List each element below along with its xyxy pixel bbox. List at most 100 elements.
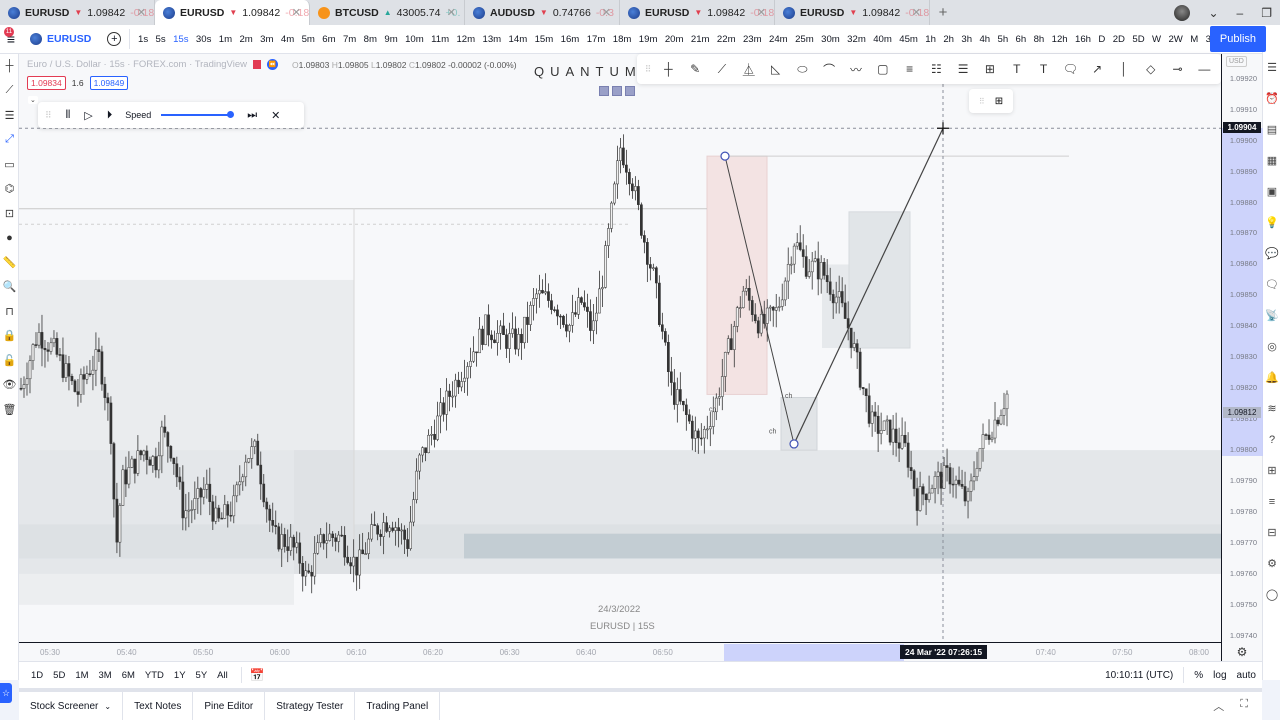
legend-collapse-button[interactable]: ⌄ [28,96,38,104]
callout-tool-icon[interactable]: 🗨 [1057,62,1084,76]
close-tab-icon[interactable]: ✕ [757,6,766,19]
interval-2h[interactable]: 2h [940,34,958,45]
range-1m[interactable]: 1M [70,670,93,681]
range-1d[interactable]: 1D [19,670,48,681]
interval-17m[interactable]: 17m [583,34,609,45]
close-tab-icon[interactable]: ✕ [137,6,146,19]
browser-tab[interactable]: BTCUSD ▲ 43005.74 +0. ✕ [310,0,465,25]
close-tab-icon[interactable]: ✕ [602,6,611,19]
buy-button[interactable]: 1.09849 [89,76,129,90]
unlock-icon[interactable]: 🔓 [0,348,19,373]
hide-drawings-icon[interactable]: 👁 [0,373,19,398]
interval-21m[interactable]: 21m [687,34,713,45]
close-tab-icon[interactable]: ✕ [292,6,301,19]
interval-45m[interactable]: 45m [896,34,922,45]
interval-10m[interactable]: 10m [401,34,427,45]
restore-icon[interactable]: ❐ [1261,6,1272,20]
speed-slider-knob[interactable] [227,111,235,118]
new-tab-button[interactable]: + [930,4,956,21]
trash-icon[interactable]: 🗑 [0,397,19,422]
panel-tab-strategy-tester[interactable]: Strategy Tester [265,692,356,720]
range-6m[interactable]: 6M [117,670,140,681]
utc-clock[interactable]: 10:10:11 (UTC) [1105,670,1173,681]
tab-dropdown-icon[interactable]: ⌄ [1208,6,1218,20]
interval-20m[interactable]: 20m [661,34,687,45]
interval-1s[interactable]: 1s [134,34,152,45]
interval-5s[interactable]: 5s [152,34,170,45]
watchlist-icon[interactable]: ☰ [1263,52,1280,83]
range-5y[interactable]: 5Y [191,670,213,681]
compare-add-symbol-button[interactable]: + [107,32,122,46]
layers-icon[interactable]: ≋ [1263,393,1280,424]
minimize-icon[interactable]: – [1237,6,1244,20]
range-3m[interactable]: 3M [94,670,117,681]
notifications-icon[interactable]: 🔔 [1263,362,1280,393]
fib-retracement-icon[interactable]: ☷ [923,62,950,76]
maximize-panel-icon[interactable]: ⛶ [1240,698,1248,714]
interval-5m[interactable]: 5m [298,34,319,45]
browser-tab[interactable]: EURUSD ▼ 1.09842 -0.18 ✕ [155,0,310,25]
chart-pane[interactable]: ch ch ch [19,54,1221,642]
interval-6m[interactable]: 6m [319,34,340,45]
flag-icon[interactable] [252,60,261,69]
step-forward-icon[interactable]: ⏵ [107,109,113,122]
chevron-down-icon[interactable]: ⌄ [104,702,111,711]
log-scale-toggle[interactable]: log [1213,670,1226,681]
profile-avatar[interactable] [1174,4,1191,21]
drag-handle-icon[interactable]: ⠿ [45,110,52,121]
arc-tool-icon[interactable]: ⌒ [816,61,843,78]
interval-3m[interactable]: 3m [256,34,277,45]
brush-color-icon[interactable]: ● [0,226,19,251]
horizontal-line-icon[interactable]: — [1191,62,1218,76]
hotlist-icon[interactable]: ▦ [1263,145,1280,176]
text-anchor-icon[interactable]: T [1003,62,1030,76]
triangle-tool-icon[interactable]: ◺ [762,62,789,76]
interval-12m[interactable]: 12m [453,34,479,45]
currency-selector[interactable]: USD [1226,56,1247,67]
streams-icon[interactable]: 📡 [1263,300,1280,331]
interval-W[interactable]: W [1148,34,1164,45]
ruler-icon[interactable]: 📏 [0,250,19,275]
interval-4m[interactable]: 4m [277,34,298,45]
ellipse-tool-icon[interactable]: ⬭ [789,62,816,77]
expand-panel-icon[interactable]: ︿ [1213,698,1224,714]
help-circle-icon[interactable]: ◯ [1263,579,1280,610]
browser-tab[interactable]: EURUSD ▼ 1.09842 -0.18 ✕ [775,0,930,25]
sell-button[interactable]: 1.09834 [27,76,66,90]
interval-7m[interactable]: 7m [339,34,360,45]
interval-8h[interactable]: 8h [1030,34,1048,45]
range-ytd[interactable]: YTD [140,670,169,681]
pattern-tool-icon[interactable]: ⌬ [0,177,19,202]
trendline-tool-icon[interactable]: ⟋ [0,79,19,104]
interval-5h[interactable]: 5h [994,34,1012,45]
time-axis[interactable]: 24 Mar '22 07:26:15 05:30 05:40 05:50 06:00… [19,642,1221,661]
panel-tab-stock-screener[interactable]: Stock Screener ⌄ [19,692,124,720]
favorites-star-icon[interactable]: ☆ [0,683,12,703]
panel-tab-text-notes[interactable]: Text Notes [123,692,194,720]
interval-12h[interactable]: 12h [1048,34,1071,45]
interval-40m[interactable]: 40m [870,34,896,45]
interval-2D[interactable]: 2D [1109,34,1129,45]
symbol-search-button[interactable]: EURUSD [22,33,99,45]
speed-slider[interactable] [161,111,235,118]
close-replay-icon[interactable]: ✕ [271,109,280,122]
range-all[interactable]: All [212,670,233,681]
browser-tab[interactable]: EURUSD ▼ 1.09842 -0.18 ✕ [620,0,775,25]
alerts-icon[interactable]: ⏰ [1263,83,1280,114]
help-icon[interactable]: ? [1263,424,1280,455]
close-tab-icon[interactable]: ✕ [447,6,456,19]
magnet-icon[interactable]: ⊓ [0,299,19,324]
interval-5D[interactable]: 5D [1129,34,1149,45]
fib-tool-icon[interactable]: ☰ [0,103,19,128]
play-icon[interactable]: ▷ [84,109,92,122]
ideas-icon[interactable]: 💡 [1263,207,1280,238]
arrow-marker-icon[interactable]: ↗ [1084,62,1111,76]
price-axis[interactable]: 1.09920 1.09910 1.09900 1.09890 1.09880 1.098… [1221,54,1263,642]
pen-tool-icon[interactable]: ✎ [682,62,709,76]
drag-handle-icon[interactable]: ⠿ [979,97,985,106]
interval-15s[interactable]: 15s [169,34,192,45]
notes-icon[interactable]: 🗨 [1263,269,1280,300]
lock-drawings-icon[interactable]: 🔒 [0,324,19,349]
interval-30m[interactable]: 30m [817,34,843,45]
fib-fan-tool-icon[interactable]: ⏅ [735,61,762,78]
